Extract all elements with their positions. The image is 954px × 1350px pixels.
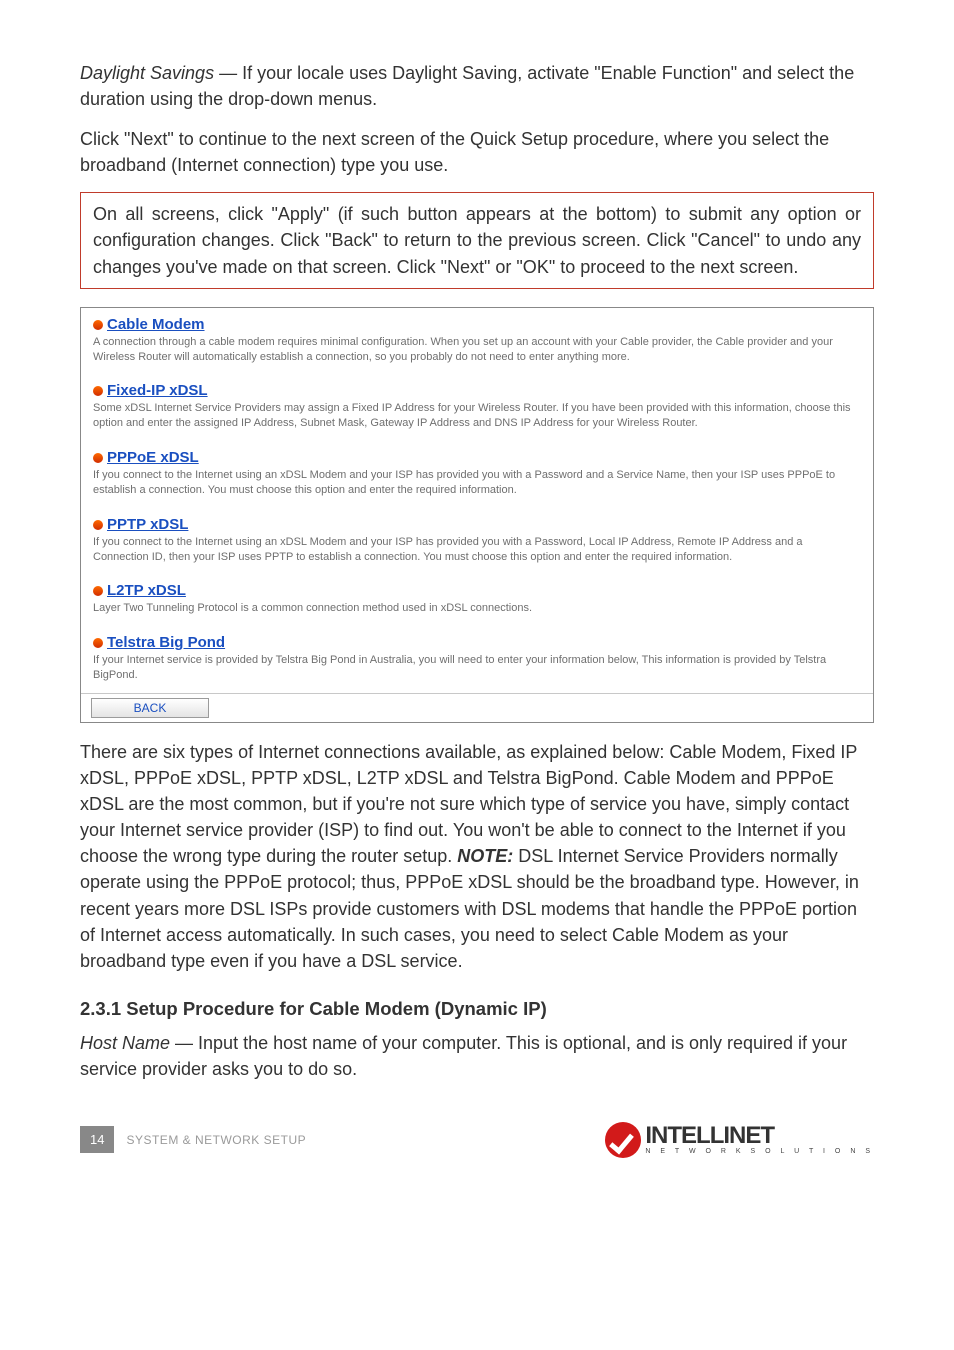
connection-option-l2tp-xdsl: L2TP xDSL Layer Two Tunneling Protocol is…	[81, 574, 873, 626]
connection-desc: If your Internet service is provided by …	[93, 653, 861, 683]
footer-left: 14 SYSTEM & NETWORK SETUP	[80, 1126, 306, 1153]
hostname-paragraph: Host Name — Input the host name of your …	[80, 1030, 874, 1082]
connection-link-fixed-ip-xdsl[interactable]: Fixed-IP xDSL	[107, 382, 208, 399]
bullet-icon	[93, 320, 103, 330]
logo-tagline: N E T W O R K S O L U T I O N S	[645, 1148, 874, 1155]
bullet-icon	[93, 520, 103, 530]
intellinet-logo: INTELLINET N E T W O R K S O L U T I O N…	[605, 1122, 874, 1158]
connection-option-cable-modem: Cable Modem A connection through a cable …	[81, 308, 873, 375]
connection-option-pppoe-xdsl: PPPoE xDSL If you connect to the Internet…	[81, 441, 873, 508]
footer-section-text: SYSTEM & NETWORK SETUP	[126, 1133, 306, 1147]
bullet-icon	[93, 453, 103, 463]
connection-option-telstra-big-pond: Telstra Big Pond If your Internet service…	[81, 626, 873, 693]
connection-desc: Some xDSL Internet Service Providers may…	[93, 401, 861, 431]
connection-desc: A connection through a cable modem requi…	[93, 335, 861, 365]
bullet-icon	[93, 638, 103, 648]
bullet-icon	[93, 586, 103, 596]
page-number-badge: 14	[80, 1126, 114, 1153]
note-label: NOTE:	[457, 846, 513, 866]
section-heading: 2.3.1 Setup Procedure for Cable Modem (D…	[80, 998, 874, 1020]
connection-link-cable-modem[interactable]: Cable Modem	[107, 316, 205, 333]
connection-link-telstra-big-pond[interactable]: Telstra Big Pond	[107, 634, 225, 651]
back-button[interactable]: BACK	[91, 698, 209, 718]
hostname-rest: — Input the host name of your computer. …	[80, 1033, 847, 1079]
connection-link-pppoe-xdsl[interactable]: PPPoE xDSL	[107, 449, 199, 466]
explain-paragraph: There are six types of Internet connecti…	[80, 739, 874, 974]
connection-type-panel: Cable Modem A connection through a cable …	[80, 307, 874, 723]
daylight-label: Daylight Savings	[80, 63, 214, 83]
connection-desc: Layer Two Tunneling Protocol is a common…	[93, 601, 861, 616]
bullet-icon	[93, 386, 103, 396]
panel-footer: BACK	[81, 693, 873, 722]
click-next-paragraph: Click "Next" to continue to the next scr…	[80, 126, 874, 178]
connection-link-pptp-xdsl[interactable]: PPTP xDSL	[107, 516, 188, 533]
connection-option-fixed-ip-xdsl: Fixed-IP xDSL Some xDSL Internet Service …	[81, 374, 873, 441]
connection-option-pptp-xdsl: PPTP xDSL If you connect to the Internet …	[81, 508, 873, 575]
callout-box: On all screens, click "Apply" (if such b…	[80, 192, 874, 288]
page-footer: 14 SYSTEM & NETWORK SETUP INTELLINET N E…	[80, 1122, 874, 1158]
connection-link-l2tp-xdsl[interactable]: L2TP xDSL	[107, 582, 186, 599]
hostname-label: Host Name	[80, 1033, 170, 1053]
connection-desc: If you connect to the Internet using an …	[93, 535, 861, 565]
logo-brand-text: INTELLINET	[645, 1124, 874, 1148]
daylight-paragraph: Daylight Savings — If your locale uses D…	[80, 60, 874, 112]
logo-checkmark-icon	[605, 1122, 641, 1158]
callout-text: On all screens, click "Apply" (if such b…	[93, 204, 861, 276]
connection-desc: If you connect to the Internet using an …	[93, 468, 861, 498]
